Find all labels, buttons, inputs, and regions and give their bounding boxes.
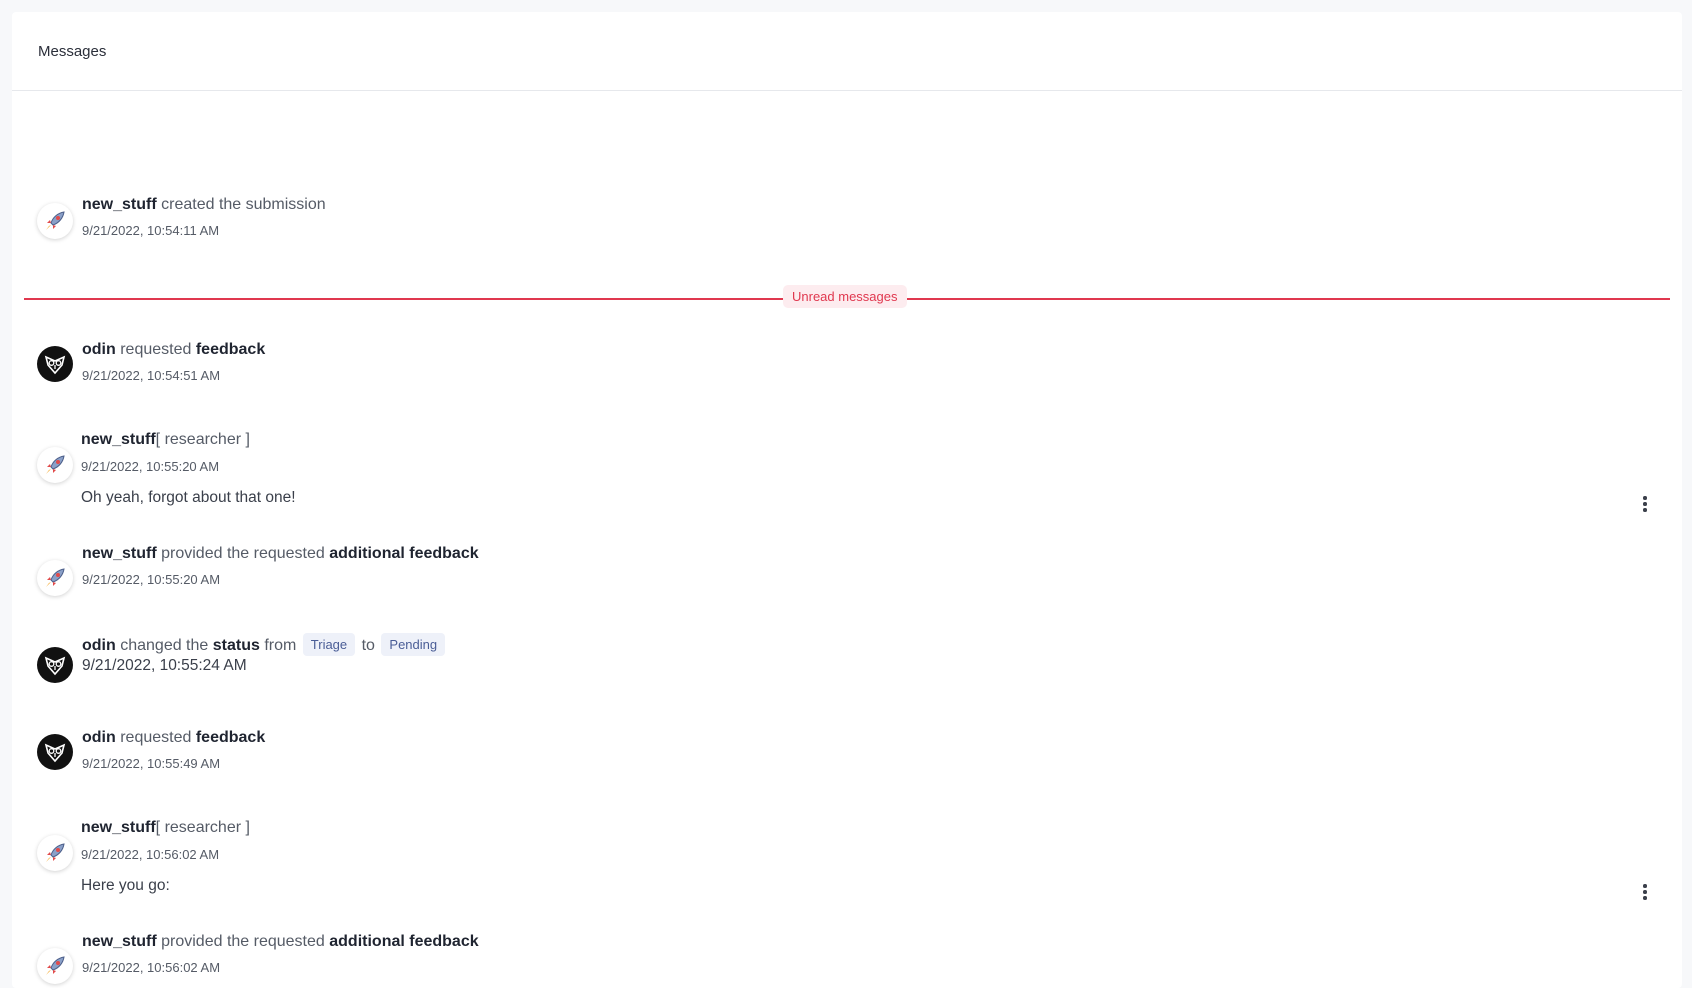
username[interactable]: odin [82, 729, 116, 746]
kebab-icon[interactable] [1638, 493, 1652, 515]
activity-object: feedback [195, 729, 266, 746]
rocket-icon [37, 560, 73, 596]
activity-text: new_stuff provided the requested additio… [82, 545, 479, 563]
activity-action: changed the [120, 637, 209, 654]
owl-icon [37, 647, 73, 683]
activity-action: requested [120, 729, 192, 746]
username[interactable]: new_stuff [81, 819, 156, 836]
role-label: [ researcher ] [155, 431, 250, 448]
panel-header: Messages [12, 12, 1682, 91]
timestamp: 9/21/2022, 10:55:24 AM [82, 657, 247, 674]
username[interactable]: new_stuff [81, 431, 156, 448]
comment-body: Oh yeah, forgot about that one! [81, 489, 296, 506]
activity-text: odin requested feedback [82, 729, 265, 747]
timestamp: 9/21/2022, 10:54:11 AM [82, 223, 220, 238]
activity-object: additional feedback [329, 933, 479, 950]
comment-header: new_stuff[ researcher ] [81, 819, 250, 837]
activity-text: odin requested feedback [82, 341, 265, 359]
username[interactable]: odin [82, 637, 116, 654]
kebab-icon[interactable] [1638, 881, 1652, 903]
timestamp: 9/21/2022, 10:54:51 AM [82, 368, 221, 383]
activity-object: status [212, 637, 260, 654]
activity-object: additional feedback [329, 545, 479, 562]
username[interactable]: new_stuff [82, 196, 157, 213]
rocket-icon [37, 948, 73, 984]
rocket-icon [37, 447, 73, 483]
activity-action: created the submission [161, 196, 326, 213]
activity-action: requested [120, 341, 192, 358]
activity-object: feedback [195, 341, 266, 358]
status-badge-from: Triage [302, 633, 356, 656]
to-word: to [361, 637, 375, 654]
comment-body: Here you go: [81, 877, 170, 894]
timestamp: 9/21/2022, 10:56:02 AM [82, 960, 221, 975]
activity-action: provided the requested [161, 933, 325, 950]
rocket-icon [37, 835, 73, 871]
timestamp: 9/21/2022, 10:55:49 AM [82, 756, 221, 771]
timestamp: 9/21/2022, 10:56:02 AM [81, 847, 220, 862]
messages-panel: Messages new_stuff created the submissio… [12, 12, 1682, 988]
activity-action: provided the requested [161, 545, 325, 562]
activity-text: new_stuff provided the requested additio… [82, 933, 479, 951]
owl-icon [37, 346, 73, 382]
comment-header: new_stuff[ researcher ] [81, 431, 250, 449]
timestamp: 9/21/2022, 10:55:20 AM [82, 572, 221, 587]
status-badge-to: Pending [381, 633, 446, 656]
username[interactable]: new_stuff [82, 545, 157, 562]
activity-text: odin changed the status from Triage to P… [82, 633, 447, 656]
unread-divider-label: Unread messages [783, 285, 907, 308]
activity-text: new_stuff created the submission [82, 196, 326, 214]
username[interactable]: new_stuff [82, 933, 157, 950]
rocket-icon [37, 203, 73, 239]
timestamp: 9/21/2022, 10:55:20 AM [81, 459, 220, 474]
owl-icon [37, 734, 73, 770]
page-title: Messages [38, 42, 107, 60]
role-label: [ researcher ] [155, 819, 250, 836]
from-word: from [264, 637, 297, 654]
username[interactable]: odin [82, 341, 116, 358]
